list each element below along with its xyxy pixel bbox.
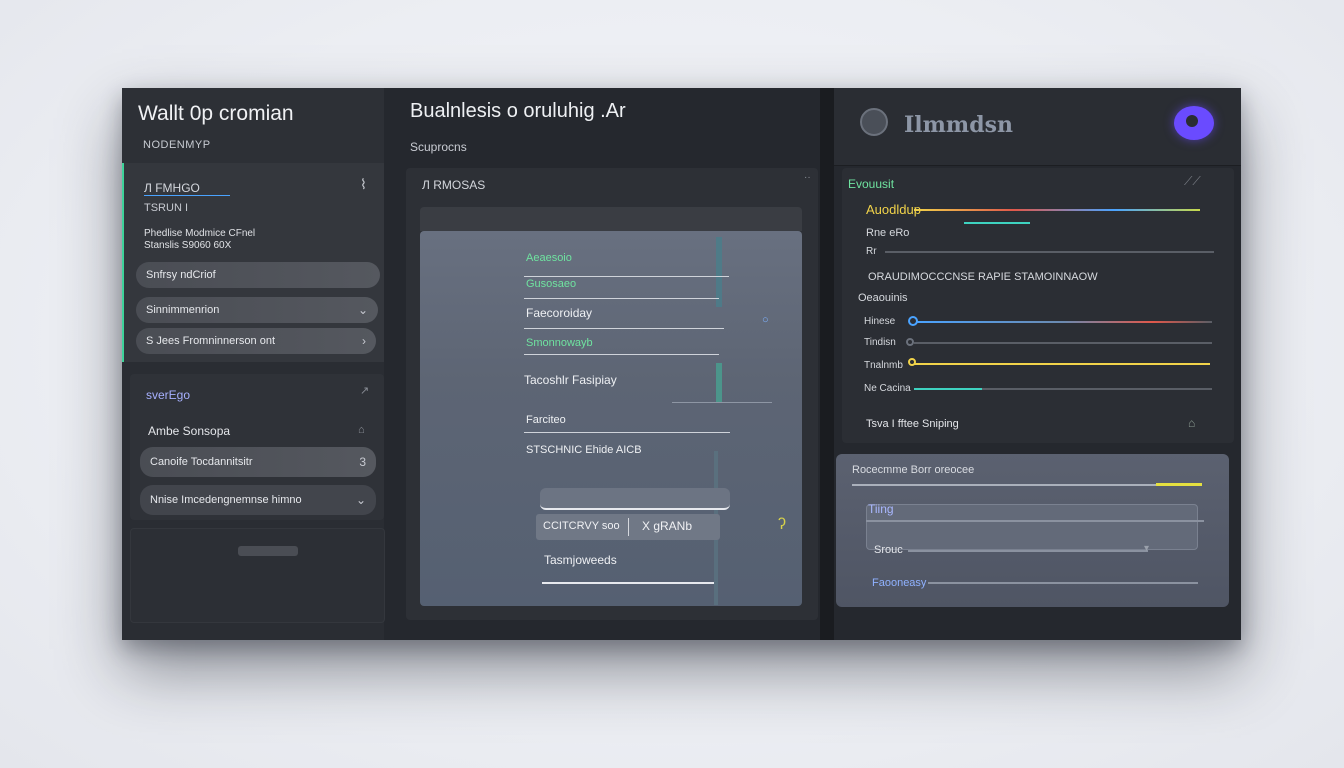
section-desc-line2: Stanslis S9060 60X — [144, 240, 232, 251]
dropdown-icon[interactable]: ▾ — [1144, 543, 1149, 554]
avatar[interactable] — [1174, 106, 1214, 140]
left-sidebar-content: Wallt 0p cromian NODENMYP Л FMHGO ⌇ TSRU… — [122, 88, 385, 640]
app-title: Wallt 0p cromian — [138, 102, 294, 125]
section-label: TSRUN I — [144, 202, 188, 214]
screen-line-6: Farciteo — [526, 414, 566, 426]
sidebar-item-1[interactable]: Snfrsy ndCriof — [136, 262, 380, 288]
scroll-indicator — [716, 363, 722, 403]
input-underline — [542, 582, 714, 584]
field-underline — [928, 582, 1198, 584]
preview-screen — [420, 231, 802, 606]
sidebar-item-label: Nnise Imcedengnemnse himno — [150, 494, 302, 506]
sidebar-item-2[interactable]: Sinnimmenrion ⌄ — [136, 297, 378, 323]
color-gradient-bar — [914, 209, 1200, 211]
panel-breadcrumb[interactable]: Л RMOSAS — [422, 178, 485, 192]
segment-right[interactable]: X gRANb — [642, 519, 692, 533]
screen-line-3: Faecoroiday — [526, 306, 593, 320]
divider — [524, 354, 719, 355]
row-label-3: Rr — [866, 246, 885, 257]
field-underline — [908, 550, 1148, 552]
card-field-3[interactable]: Faooneasy — [872, 577, 926, 589]
more-icon[interactable]: ·· — [804, 172, 811, 183]
sub-heading: Oeaouinis — [858, 292, 908, 304]
slider-knob[interactable] — [908, 358, 916, 366]
sidebar-item-label: Sinnimmenrion — [146, 304, 220, 316]
divider — [524, 432, 730, 433]
sidebar-item-label: S Jees Fromninnerson ont — [146, 335, 276, 347]
panel-heading: Evouusit — [848, 177, 895, 191]
slider-fill — [914, 388, 982, 390]
row-label-1: Auodldup — [866, 202, 921, 217]
chevron-icon: ⌂ — [358, 424, 365, 436]
section-desc-line1: Phedlise Modmice CFnel — [144, 228, 256, 239]
slider-knob[interactable] — [906, 338, 914, 346]
brand-logo-icon — [860, 108, 888, 136]
segment-left[interactable]: CCITCRVY soo — [543, 520, 620, 532]
chevron-right-icon: 3 — [359, 455, 366, 469]
slider-track[interactable] — [914, 363, 1210, 365]
sidebar-item-label: Snfrsy ndCriof — [146, 269, 216, 281]
column-divider — [820, 88, 834, 640]
banner-text: ORAUDIMOCCCNSE RAPIE STAMOINNAOW — [868, 271, 1098, 283]
hook-icon[interactable]: ʔ — [778, 516, 786, 534]
text-field-value[interactable]: Tasmjoweeds — [544, 553, 617, 567]
card-heading: Rocecmme Borr oreocee — [852, 464, 975, 476]
expand-icon[interactable]: ↗ — [360, 384, 369, 397]
field-divider — [866, 520, 1204, 522]
slider-label-4: Ne Cacina — [864, 383, 911, 394]
divider — [524, 328, 724, 329]
highlight-bar — [964, 222, 1030, 224]
screen-line-1: Aeaesoio — [526, 252, 572, 264]
segment-separator — [628, 518, 629, 536]
card-field-2[interactable]: Srouc — [874, 544, 903, 556]
chevron-right-icon: ⌄ — [357, 303, 368, 317]
slider-track[interactable] — [914, 321, 1212, 323]
card-track-fill — [1156, 483, 1202, 486]
scroll-indicator — [716, 237, 722, 307]
radio-icon[interactable]: ○ — [762, 314, 769, 326]
slider-knob[interactable] — [908, 316, 918, 326]
row-label-2: Rne eRo — [866, 227, 910, 239]
chevron-down-icon: ⌄ — [355, 493, 366, 507]
slider-label-3: Tnalnmb — [864, 360, 903, 371]
left-empty-card — [130, 528, 385, 623]
signal-icon: ⟋⟋ — [1184, 174, 1201, 188]
preview-toolbar — [420, 207, 802, 231]
chevron-icon[interactable]: ⌇ — [360, 176, 367, 193]
slider-label-2: Tindisn — [864, 337, 896, 348]
screen-line-2: Gusosaeo — [526, 278, 577, 290]
sidebar-item-label: Canoife Tocdannitsitr — [150, 456, 253, 468]
divider — [524, 298, 719, 299]
divider — [672, 402, 772, 403]
card-field-1[interactable]: Tiing — [868, 502, 894, 516]
screen-line-5: Tacoshlr Fasipiay — [524, 373, 617, 387]
section2-item-2[interactable]: Canoife Tocdannitsitr 3 — [140, 447, 376, 477]
slider-label-1: Hinese — [864, 316, 896, 327]
section2-heading: sverEgo — [146, 388, 191, 402]
row-track — [866, 251, 1214, 253]
panel-footer: Tsva I fftee Sniping — [866, 418, 959, 430]
card-track — [852, 484, 1202, 486]
slider-track[interactable] — [914, 342, 1212, 344]
search-input[interactable] — [540, 488, 730, 510]
screen-line-7: STSCHNIC Ehide AICB — [526, 444, 642, 456]
section2-item-1[interactable]: Ambe Sonsopa — [148, 424, 230, 438]
app-subtitle: NODENMYP — [143, 139, 211, 151]
section2-item-3[interactable]: Nnise Imcedengnemnse himno ⌄ — [140, 485, 376, 515]
screen-line-4: Smonnowayb — [526, 337, 593, 349]
divider — [524, 276, 729, 277]
placeholder-bar — [238, 546, 298, 556]
lock-icon[interactable]: ⌂ — [1188, 416, 1195, 430]
page-title: Bualnlesis o oruluhig .Ar — [410, 100, 626, 122]
chevron-right-icon: › — [362, 334, 366, 348]
sidebar-item-3[interactable]: S Jees Fromninnerson ont › — [136, 328, 376, 354]
section-link[interactable]: Л FMHGO — [144, 181, 230, 196]
brand-name: Ilmmdsn — [904, 112, 1013, 138]
page-subtitle: Scuprocns — [410, 140, 467, 154]
